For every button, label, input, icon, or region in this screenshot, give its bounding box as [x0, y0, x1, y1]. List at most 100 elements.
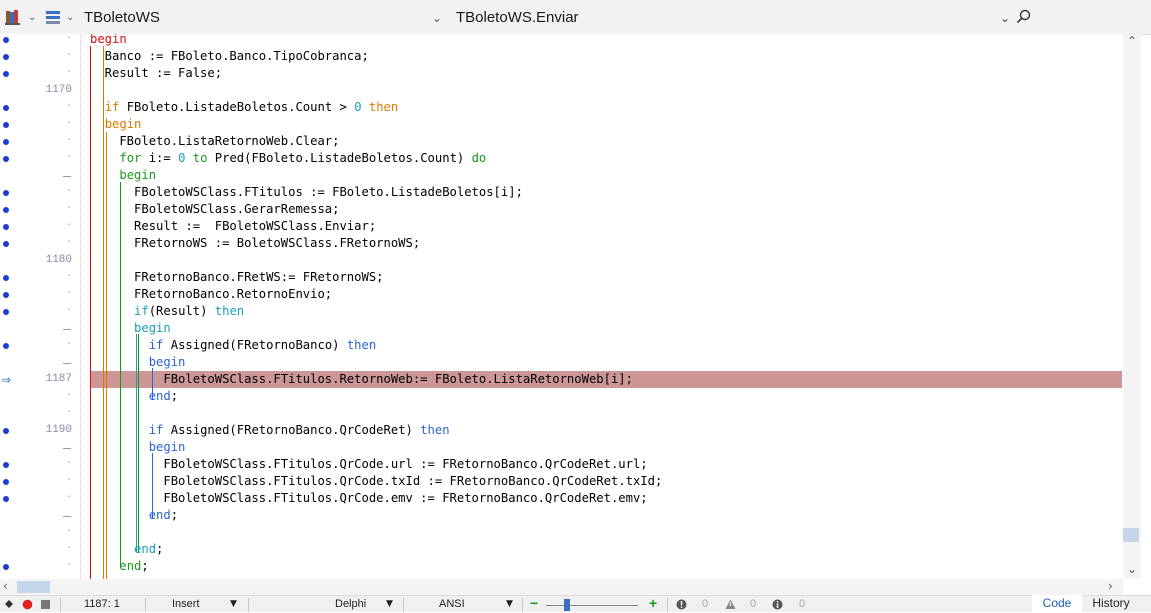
- record-icon[interactable]: [4, 599, 14, 612]
- chevron-down-icon[interactable]: ▼: [506, 599, 513, 609]
- scroll-up-icon[interactable]: ⌃: [1127, 34, 1137, 48]
- fold-marker[interactable]: [63, 176, 71, 177]
- tab-history[interactable]: History: [1086, 595, 1136, 612]
- code-line[interactable]: FBoletoWSClass.FTitulos.QrCode.url := FR…: [90, 456, 647, 473]
- breakpoint-dot-icon[interactable]: [3, 479, 9, 485]
- breakpoint-dot-icon[interactable]: [3, 275, 9, 281]
- code-line[interactable]: FBoletoWSClass.FTitulos.QrCode.txId := F…: [90, 473, 662, 490]
- error-count: 0: [702, 598, 709, 610]
- code-line[interactable]: for i:= 0 to Pred(FBoleto.ListadeBoletos…: [90, 150, 486, 167]
- unit-combo[interactable]: TBoletoWS: [84, 9, 160, 26]
- books-icon[interactable]: [4, 8, 22, 26]
- code-line[interactable]: if(Result) then: [90, 303, 244, 320]
- code-line[interactable]: Banco := FBoleto.Banco.TipoCobranca;: [90, 48, 369, 65]
- code-line[interactable]: if FBoleto.ListadeBoletos.Count > 0 then: [90, 99, 399, 116]
- scroll-down-icon[interactable]: ⌄: [1127, 562, 1137, 576]
- code-text: FBoleto.ListaRetornoWeb.Clear;: [90, 134, 340, 148]
- breakpoint-dot-icon[interactable]: [3, 190, 9, 196]
- scroll-left-icon[interactable]: ‹: [3, 579, 8, 593]
- fold-marker[interactable]: [63, 363, 71, 364]
- breakpoint-dot-icon[interactable]: [3, 122, 9, 128]
- line-number: 1180: [45, 254, 72, 266]
- code-text: i:=: [141, 151, 179, 165]
- breakpoint-dot-icon[interactable]: [3, 54, 9, 60]
- breakpoint-dot-icon[interactable]: [3, 564, 9, 570]
- code-line[interactable]: FRetornoBanco.RetornoEnvio;: [90, 286, 332, 303]
- horizontal-scrollbar[interactable]: ‹ ›: [0, 579, 1123, 595]
- chevron-down-icon[interactable]: ⌄: [66, 12, 74, 23]
- code-line[interactable]: FBoleto.ListaRetornoWeb.Clear;: [90, 133, 339, 150]
- code-line[interactable]: end;: [90, 541, 163, 558]
- code-line[interactable]: FBoletoWSClass.GerarRemessa;: [90, 201, 339, 218]
- breakpoint-dot-icon[interactable]: [3, 139, 9, 145]
- line-tick: ·: [66, 458, 73, 469]
- breakpoint-dot-icon[interactable]: [3, 224, 9, 230]
- zoom-slider-track[interactable]: [546, 605, 638, 606]
- fold-marker[interactable]: [63, 516, 71, 517]
- code-line[interactable]: begin: [90, 116, 142, 133]
- code-text: FRetornoWS := BoletoWSClass.FRetornoWS;: [90, 236, 421, 250]
- breakpoint-dot-icon[interactable]: [3, 428, 9, 434]
- code-text: Result := FBoletoWSClass.Enviar;: [90, 219, 377, 233]
- status-separator: [403, 598, 404, 612]
- fold-marker[interactable]: [63, 448, 71, 449]
- vertical-scroll-thumb[interactable]: [1123, 528, 1139, 542]
- code-line[interactable]: end;: [90, 507, 178, 524]
- breakpoint-dot-icon[interactable]: [3, 292, 9, 298]
- code-line[interactable]: Result := FBoletoWSClass.Enviar;: [90, 218, 376, 235]
- code-keyword: begin: [104, 117, 142, 131]
- chevron-down-icon[interactable]: ▼: [230, 599, 237, 609]
- breakpoint-dot-icon[interactable]: [3, 343, 9, 349]
- breakpoint-dot-icon[interactable]: [3, 241, 9, 247]
- execution-point-arrow-icon[interactable]: ⇒: [1, 374, 13, 386]
- vertical-scrollbar[interactable]: ⌃ ⌄: [1123, 34, 1141, 579]
- fold-marker[interactable]: [63, 329, 71, 330]
- code-line[interactable]: begin: [90, 167, 156, 184]
- breakpoint-dot-icon[interactable]: [3, 37, 9, 43]
- breakpoint-dot-icon[interactable]: [3, 496, 9, 502]
- tab-code[interactable]: Code: [1032, 595, 1082, 612]
- code-line[interactable]: begin: [90, 34, 127, 48]
- code-line[interactable]: Result := False;: [90, 65, 222, 82]
- code-line[interactable]: FRetornoBanco.FRetWS:= FRetornoWS;: [90, 269, 383, 286]
- zoom-slider-thumb[interactable]: [564, 599, 570, 611]
- code-text: Result := False;: [90, 66, 223, 80]
- breakpoint-dot-icon[interactable]: [3, 156, 9, 162]
- breakpoint-dot-icon[interactable]: [3, 462, 9, 468]
- code-line[interactable]: FBoletoWSClass.FTitulos.RetornoWeb:= FBo…: [90, 371, 633, 388]
- code-line[interactable]: end;: [90, 388, 178, 405]
- code-line[interactable]: FBoletoWSClass.FTitulos.QrCode.emv := FR…: [90, 490, 647, 507]
- line-tick: ·: [66, 101, 73, 112]
- cursor-position: 1187: 1: [84, 598, 120, 610]
- breakpoint-dot-icon[interactable]: [3, 71, 9, 77]
- breakpoint-dot-icon[interactable]: [3, 309, 9, 315]
- breakpoint-dot-icon[interactable]: [3, 105, 9, 111]
- code-line[interactable]: FRetornoWS := BoletoWSClass.FRetornoWS;: [90, 235, 420, 252]
- code-line[interactable]: begin: [90, 354, 186, 371]
- code-line[interactable]: FBoletoWSClass.FTitulos := FBoleto.Lista…: [90, 184, 523, 201]
- code-line[interactable]: if Assigned(FRetornoBanco) then: [90, 337, 376, 354]
- structure-icon[interactable]: [44, 8, 62, 26]
- code-line[interactable]: begin: [90, 320, 171, 337]
- chevron-down-icon[interactable]: ⌄: [28, 12, 36, 23]
- chevron-down-icon[interactable]: ▼: [386, 599, 393, 609]
- insert-mode[interactable]: Insert: [172, 598, 200, 610]
- code-line[interactable]: end;: [90, 558, 148, 575]
- zoom-in-icon[interactable]: +: [649, 595, 657, 611]
- code-line[interactable]: if Assigned(FRetornoBanco.QrCodeRet) the…: [90, 422, 450, 439]
- horizontal-scroll-thumb[interactable]: [17, 581, 50, 593]
- search-icon[interactable]: [1015, 8, 1033, 26]
- method-combo[interactable]: TBoletoWS.Enviar: [456, 9, 579, 26]
- editor-toolbar: ⌄ ⌄ TBoletoWS ⌄ TBoletoWS.Enviar ⌄: [0, 0, 1151, 35]
- breakpoint-dot-icon[interactable]: [3, 207, 9, 213]
- zoom-out-icon[interactable]: −: [530, 595, 538, 611]
- encoding-selector[interactable]: ANSI: [439, 598, 465, 610]
- chevron-down-icon[interactable]: ⌄: [1000, 11, 1010, 25]
- language-selector[interactable]: Delphi: [335, 598, 366, 610]
- code-line[interactable]: begin: [90, 439, 186, 456]
- scroll-right-icon[interactable]: ›: [1108, 579, 1113, 593]
- chevron-down-icon[interactable]: ⌄: [432, 11, 442, 25]
- code-editor[interactable]: · · · · · · · · · · · · · · · ⇒ · · · · · · · · 1170 1180 1187 …: [0, 34, 1123, 579]
